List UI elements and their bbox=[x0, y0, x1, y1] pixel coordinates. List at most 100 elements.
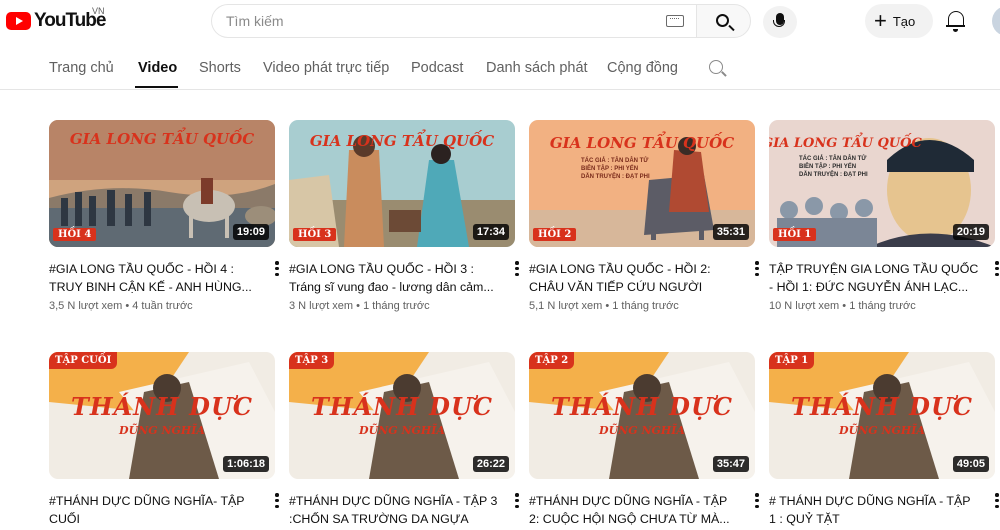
thumbnail-title: THÁNH DỰC bbox=[551, 392, 733, 421]
thumbnail-title: GIA LONG TẨU QUỐC bbox=[769, 136, 922, 151]
video-card[interactable]: GIA LONG TẨU QUỐC TÁC GIẢ : TÂN DÂN TỬ B… bbox=[529, 120, 759, 312]
thumbnail-tag: HỒI 4 bbox=[53, 228, 97, 241]
more-options-icon[interactable] bbox=[515, 261, 519, 277]
voice-search-button[interactable] bbox=[763, 6, 797, 38]
video-duration: 26:22 bbox=[472, 456, 509, 472]
video-duration: 35:47 bbox=[712, 456, 749, 472]
thumbnail-title: THÁNH DỰC bbox=[71, 392, 253, 421]
channel-search-icon[interactable] bbox=[709, 60, 723, 74]
tab-community[interactable]: Cộng đồng bbox=[607, 60, 678, 76]
thumbnail-tag: TẬP CUỐI bbox=[49, 352, 118, 369]
video-meta: 3 N lượt xem • 1 tháng trước bbox=[289, 300, 430, 312]
video-title[interactable]: #GIA LONG TẦU QUỐC - HỒI 3 : Tráng sĩ vu… bbox=[289, 260, 499, 296]
create-button[interactable]: + Tạo bbox=[865, 4, 933, 38]
search-input[interactable] bbox=[226, 5, 656, 37]
thumbnail-title: GIA LONG TẨU QUỐC bbox=[309, 132, 495, 150]
view-count: 3 N lượt xem bbox=[289, 300, 354, 312]
video-title[interactable]: #THÁNH DỰC DŨNG NGHĨA - TẬP 2: CUỘC HỘI … bbox=[529, 492, 739, 528]
video-thumbnail[interactable]: THÁNH DỰC DŨNG NGHĨA TẬP 3 26:22 bbox=[289, 352, 515, 479]
video-title[interactable]: TẬP TRUYỆN GIA LONG TẦU QUỐC - HỒI 1: ĐỨ… bbox=[769, 260, 979, 296]
thumbnail-subtitle: DŨNG NGHĨA bbox=[359, 424, 445, 437]
video-duration: 19:09 bbox=[232, 224, 269, 240]
thumbnail-tag: TẬP 1 bbox=[769, 352, 815, 369]
tab-videos[interactable]: Video bbox=[138, 60, 177, 76]
video-duration: 35:31 bbox=[712, 224, 749, 240]
thumbnail-credit: DẪN TRUYỆN : ĐẠT PHI bbox=[799, 172, 868, 178]
video-meta: 5,1 N lượt xem • 1 tháng trước bbox=[529, 300, 679, 312]
more-options-icon[interactable] bbox=[515, 493, 519, 509]
video-thumbnail[interactable]: THÁNH DỰC DŨNG NGHĨA TẬP 2 35:47 bbox=[529, 352, 755, 479]
video-meta: 3,5 N lượt xem • 4 tuần trước bbox=[49, 300, 193, 312]
thumbnail-credit: TÁC GIẢ : TÂN DÂN TỬ bbox=[799, 156, 867, 162]
video-duration: 49:05 bbox=[952, 456, 989, 472]
video-title[interactable]: #THÁNH DỰC DŨNG NGHĨA- TẬP CUỐI bbox=[49, 492, 259, 528]
search-box bbox=[211, 4, 696, 38]
video-duration: 20:19 bbox=[952, 224, 989, 240]
upload-age: 1 tháng trước bbox=[849, 300, 916, 312]
thumbnail-credit: TÁC GIẢ : TÂN DÂN TỬ bbox=[581, 158, 649, 164]
thumbnail-tag: HỒI 2 bbox=[533, 228, 577, 241]
more-options-icon[interactable] bbox=[275, 493, 279, 509]
video-thumbnail[interactable]: THÁNH DỰC DŨNG NGHĨA TẬP 1 49:05 bbox=[769, 352, 995, 479]
video-thumbnail[interactable]: GIA LONG TẨU QUỐC TÁC GIẢ : TÂN DÂN TỬ B… bbox=[769, 120, 995, 247]
tab-home[interactable]: Trang chủ bbox=[49, 60, 114, 76]
more-options-icon[interactable] bbox=[275, 261, 279, 277]
thumbnail-tag: TẬP 2 bbox=[529, 352, 575, 369]
create-label: Tạo bbox=[892, 13, 916, 29]
thumbnail-credit: BIÊN TẬP : PHI YẾN bbox=[799, 164, 857, 170]
top-bar: YouTube VN + Tạo bbox=[0, 0, 1000, 44]
more-options-icon[interactable] bbox=[755, 261, 759, 277]
thumbnail-credit: DẪN TRUYỆN : ĐẠT PHI bbox=[581, 174, 650, 180]
youtube-logo[interactable]: YouTube bbox=[6, 10, 106, 32]
view-count: 10 N lượt xem bbox=[769, 300, 840, 312]
thumbnail-title: GIA LONG TẨU QUỐC bbox=[69, 130, 255, 148]
thumbnail-title: THÁNH DỰC bbox=[791, 392, 973, 421]
view-count: 5,1 N lượt xem bbox=[529, 300, 603, 312]
channel-tabs: Trang chủ Video Shorts Video phát trực t… bbox=[0, 50, 1000, 90]
bell-icon[interactable] bbox=[946, 11, 965, 32]
video-thumbnail[interactable]: GIA LONG TẨU QUỐC HỒI 3 17:34 bbox=[289, 120, 515, 247]
video-duration: 17:34 bbox=[472, 224, 509, 240]
view-count: 3,5 N lượt xem bbox=[49, 300, 123, 312]
more-options-icon[interactable] bbox=[995, 493, 999, 509]
video-card[interactable]: THÁNH DỰC DŨNG NGHĨA TẬP 1 49:05 # THÁNH… bbox=[769, 352, 999, 528]
thumbnail-subtitle: DŨNG NGHĨA bbox=[839, 424, 925, 437]
search-button[interactable] bbox=[696, 4, 751, 38]
upload-age: 1 tháng trước bbox=[612, 300, 679, 312]
video-title[interactable]: #THÁNH DỰC DŨNG NGHĨA - TẬP 3 :CHỐN SA T… bbox=[289, 492, 499, 528]
video-card[interactable]: THÁNH DỰC DŨNG NGHĨA TẬP 2 35:47 #THÁNH … bbox=[529, 352, 759, 528]
video-title[interactable]: #GIA LONG TẦU QUỐC - HỒI 4 : TRUY BINH C… bbox=[49, 260, 259, 296]
thumbnail-subtitle: DŨNG NGHĨA bbox=[599, 424, 685, 437]
mic-icon bbox=[773, 13, 785, 27]
video-thumbnail[interactable]: GIA LONG TẨU QUỐC HỒI 4 19:09 bbox=[49, 120, 275, 247]
play-icon bbox=[6, 12, 31, 30]
upload-age: 1 tháng trước bbox=[363, 300, 430, 312]
thumbnail-credit: BIÊN TẬP : PHI YẾN bbox=[581, 166, 639, 172]
video-card[interactable]: GIA LONG TẨU QUỐC TÁC GIẢ : TÂN DÂN TỬ B… bbox=[769, 120, 999, 312]
tab-podcast[interactable]: Podcast bbox=[411, 60, 463, 76]
keyboard-icon[interactable] bbox=[666, 15, 684, 27]
more-options-icon[interactable] bbox=[755, 493, 759, 509]
video-thumbnail[interactable]: GIA LONG TẨU QUỐC TÁC GIẢ : TÂN DÂN TỬ B… bbox=[529, 120, 755, 247]
video-card[interactable]: THÁNH DỰC DŨNG NGHĨA TẬP 3 26:22 #THÁNH … bbox=[289, 352, 519, 528]
avatar[interactable] bbox=[992, 6, 1000, 36]
video-meta: 10 N lượt xem • 1 tháng trước bbox=[769, 300, 916, 312]
thumbnail-tag: HỒI 1 bbox=[773, 228, 817, 241]
video-duration: 1:06:18 bbox=[223, 456, 269, 472]
video-title[interactable]: #GIA LONG TẦU QUỐC - HỒI 2: CHÂU VĂN TIẾ… bbox=[529, 260, 739, 296]
more-options-icon[interactable] bbox=[995, 261, 999, 277]
video-title[interactable]: # THÁNH DỰC DŨNG NGHĨA - TẬP 1 : QUỶ TẶT bbox=[769, 492, 979, 528]
video-card[interactable]: THÁNH DỰC DŨNG NGHĨA TẬP CUỐI 1:06:18 #T… bbox=[49, 352, 279, 528]
video-card[interactable]: GIA LONG TẨU QUỐC HỒI 4 19:09 #GIA LONG … bbox=[49, 120, 279, 312]
video-thumbnail[interactable]: THÁNH DỰC DŨNG NGHĨA TẬP CUỐI 1:06:18 bbox=[49, 352, 275, 479]
tab-live[interactable]: Video phát trực tiếp bbox=[263, 60, 389, 76]
plus-icon: + bbox=[874, 8, 887, 33]
thumbnail-tag: HỒI 3 bbox=[293, 228, 337, 241]
tab-shorts[interactable]: Shorts bbox=[199, 60, 241, 76]
upload-age: 4 tuần trước bbox=[132, 300, 193, 312]
video-card[interactable]: GIA LONG TẨU QUỐC HỒI 3 17:34 #GIA LONG … bbox=[289, 120, 519, 312]
thumbnail-tag: TẬP 3 bbox=[289, 352, 335, 369]
thumbnail-subtitle: DŨNG NGHĨA bbox=[119, 424, 205, 437]
tab-playlists[interactable]: Danh sách phát bbox=[486, 60, 588, 76]
thumbnail-title: THÁNH DỰC bbox=[311, 392, 493, 421]
